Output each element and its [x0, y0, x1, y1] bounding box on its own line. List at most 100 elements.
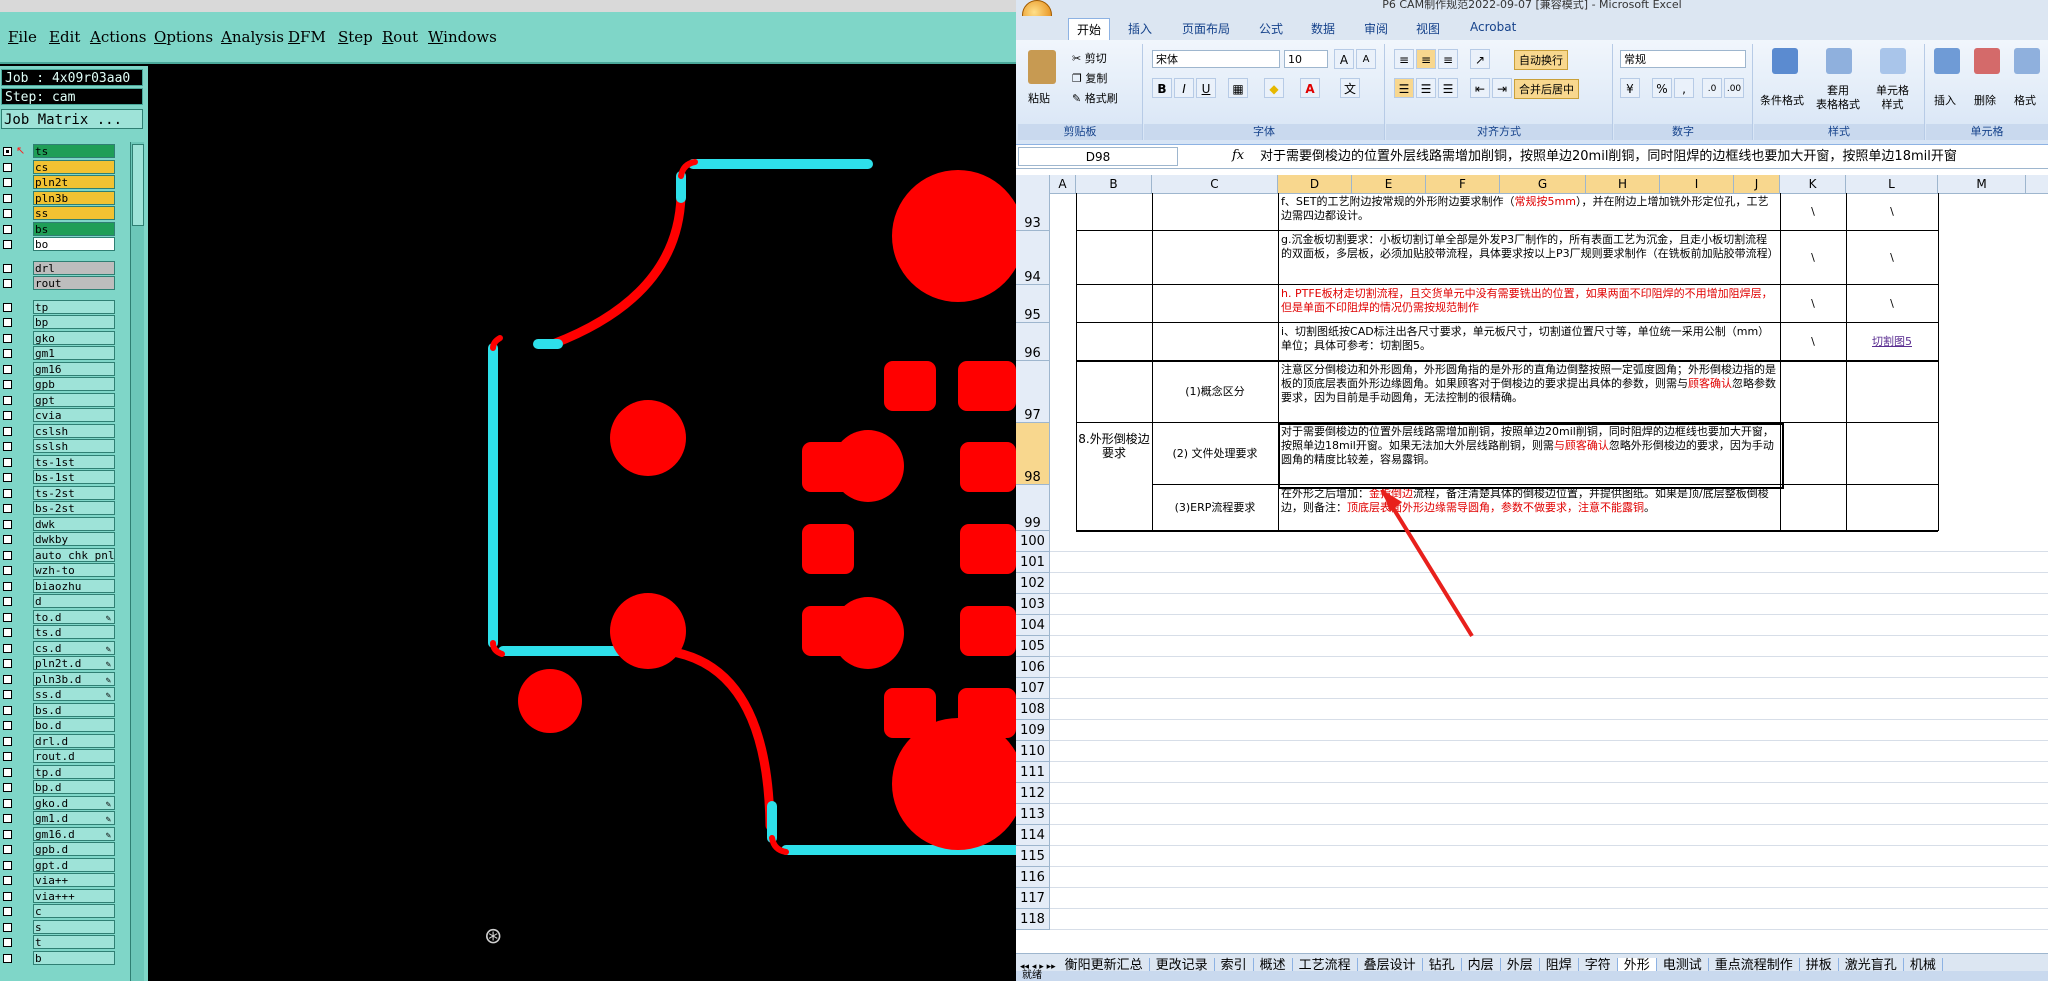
layer-name[interactable]: to.d ✎ — [33, 609, 115, 624]
formula-input[interactable]: 对于需要倒梭边的位置外层线路需增加削铜，按照单边20mil削铜，同时阻焊的边框线… — [1260, 148, 2048, 166]
menu-edit[interactable]: Edit — [49, 28, 80, 46]
layer-row[interactable]: gm16.d ✎ — [0, 826, 116, 842]
column-header[interactable]: G — [1500, 175, 1586, 193]
layer-row[interactable]: cs.d ✎ — [0, 640, 116, 656]
layer-name[interactable]: gpt — [33, 392, 115, 407]
layer-checkbox[interactable] — [3, 845, 12, 854]
conditional-format-button[interactable]: 条件格式 — [1760, 92, 1804, 108]
fx-icon[interactable]: fx — [1232, 148, 1244, 163]
spreadsheet-grid[interactable]: ABCDEFGHIJKLM 93 f、SET的工艺附边按常规的外形附边要求制作（常… — [1016, 175, 2048, 953]
scrollbar-thumb[interactable] — [132, 144, 144, 226]
layer-name[interactable]: ts — [33, 144, 115, 158]
underline-button[interactable]: U — [1196, 78, 1216, 98]
sheet-tab[interactable]: 外层 — [1500, 958, 1540, 972]
layer-checkbox[interactable] — [3, 263, 12, 273]
layer-row[interactable]: bp.d — [0, 780, 116, 795]
section-title-cell[interactable]: 8.外形倒梭边要求 — [1078, 361, 1150, 531]
requirement-cell[interactable]: 注意区分倒梭边和外形圆角，外形圆角指的是外形的直角边倒整按照一定弧度圆角；外形倒… — [1281, 363, 1777, 421]
layer-row[interactable]: gpt.d — [0, 857, 116, 873]
layer-name[interactable]: pln3b — [33, 190, 115, 205]
layer-name[interactable]: cvia — [33, 408, 115, 422]
sheet-tab[interactable]: 激光盲孔 — [1838, 958, 1904, 972]
layer-row[interactable]: gm16 — [0, 361, 116, 377]
layer-name[interactable]: gpb — [33, 377, 115, 391]
layer-row[interactable]: tp — [0, 299, 116, 315]
fill-color-icon[interactable]: ◆ — [1264, 78, 1284, 98]
layer-row[interactable]: ss.d ✎ — [0, 687, 116, 702]
align-middle-icon[interactable]: ≡ — [1416, 49, 1436, 69]
layer-checkbox[interactable] — [3, 473, 12, 482]
sheet-tab[interactable]: 电测试 — [1656, 958, 1709, 972]
row-header[interactable]: 95 — [1016, 285, 1050, 323]
sheet-tab[interactable]: 叠层设计 — [1357, 958, 1423, 972]
layer-name[interactable]: bs-1st — [33, 470, 115, 484]
layer-name[interactable]: ss — [33, 206, 115, 220]
menu-file[interactable]: File — [8, 28, 37, 46]
layer-name[interactable]: t — [33, 935, 115, 949]
number-format-select[interactable]: 常规 — [1620, 50, 1746, 68]
sheet-tab[interactable]: 衡阳更新汇总 — [1058, 958, 1150, 972]
layer-checkbox[interactable] — [3, 860, 12, 870]
layer-checkbox[interactable] — [3, 209, 12, 218]
menu-actions[interactable]: Actions — [90, 28, 146, 46]
layer-row[interactable]: bs-2st — [0, 501, 116, 516]
row-header[interactable]: 102 — [1016, 573, 1050, 594]
orientation-icon[interactable]: ↗ — [1470, 49, 1490, 69]
layer-row[interactable]: t — [0, 935, 116, 950]
tab-formulas[interactable]: 公式 — [1259, 20, 1283, 37]
layer-checkbox[interactable] — [3, 550, 12, 560]
layer-checkbox[interactable] — [3, 224, 12, 234]
layer-checkbox[interactable] — [3, 581, 12, 591]
layer-name[interactable]: ss.d ✎ — [33, 687, 115, 701]
merge-center-button[interactable]: 合并后居中 — [1514, 79, 1579, 99]
column-header[interactable]: C — [1152, 175, 1278, 193]
layer-checkbox[interactable] — [3, 597, 12, 606]
layer-checkbox[interactable] — [3, 891, 12, 901]
grow-font-icon[interactable]: A — [1334, 49, 1354, 69]
tab-home[interactable]: 开始 — [1068, 18, 1111, 40]
layer-checkbox[interactable] — [3, 193, 12, 203]
decrease-decimal-icon[interactable]: .00 — [1724, 78, 1744, 98]
layer-checkbox[interactable] — [3, 736, 12, 746]
italic-button[interactable]: I — [1174, 78, 1194, 98]
layer-row[interactable]: bp — [0, 315, 116, 330]
layer-checkbox[interactable] — [3, 279, 12, 288]
bold-button[interactable]: B — [1152, 78, 1172, 98]
layer-row[interactable]: bs.d — [0, 702, 116, 718]
delete-cells-button[interactable]: 删除 — [1974, 92, 1996, 108]
layer-checkbox[interactable] — [3, 643, 12, 653]
sheet-tab[interactable]: 字符 — [1578, 958, 1618, 972]
column-header[interactable]: E — [1352, 175, 1426, 193]
layer-row[interactable]: bs — [0, 221, 116, 237]
layer-row[interactable]: ss — [0, 206, 116, 221]
row-header[interactable]: 118 — [1016, 909, 1050, 930]
menu-analysis[interactable]: Analysis — [221, 28, 284, 46]
sheet-tab[interactable]: 内层 — [1461, 958, 1501, 972]
sheet-tab[interactable]: 阻焊 — [1539, 958, 1579, 972]
layer-checkbox[interactable] — [3, 519, 12, 529]
layer-row[interactable]: ↖ ts — [0, 144, 116, 159]
align-bottom-icon[interactable]: ≡ — [1438, 49, 1458, 69]
layer-name[interactable]: biaozhu — [33, 578, 115, 593]
percent-style-button[interactable]: % — [1652, 78, 1672, 98]
layer-row[interactable]: auto_chk_pnl — [0, 547, 116, 563]
layer-checkbox[interactable] — [3, 705, 12, 715]
layer-name[interactable]: dwk — [33, 516, 115, 531]
layer-row[interactable]: cvia — [0, 408, 116, 423]
column-header[interactable]: J — [1734, 175, 1780, 193]
menu-dfm[interactable]: DFM — [288, 28, 326, 46]
layer-row[interactable]: tp.d — [0, 764, 116, 780]
layer-checkbox[interactable] — [3, 798, 12, 808]
layer-row[interactable]: gko — [0, 330, 116, 346]
layer-checkbox[interactable] — [3, 922, 12, 932]
layer-row[interactable]: wzh-to — [0, 563, 116, 578]
layer-name[interactable]: rout.d — [33, 749, 115, 763]
layer-checkbox[interactable] — [3, 162, 12, 172]
layer-name[interactable]: bs — [33, 221, 115, 236]
layer-name[interactable]: gm16.d ✎ — [33, 826, 115, 841]
layer-checkbox[interactable] — [3, 566, 12, 575]
l-cell[interactable]: \ — [1846, 193, 1938, 231]
tab-page-layout[interactable]: 页面布局 — [1182, 20, 1230, 37]
row-header[interactable]: 105 — [1016, 636, 1050, 657]
layer-checkbox[interactable] — [3, 178, 12, 187]
